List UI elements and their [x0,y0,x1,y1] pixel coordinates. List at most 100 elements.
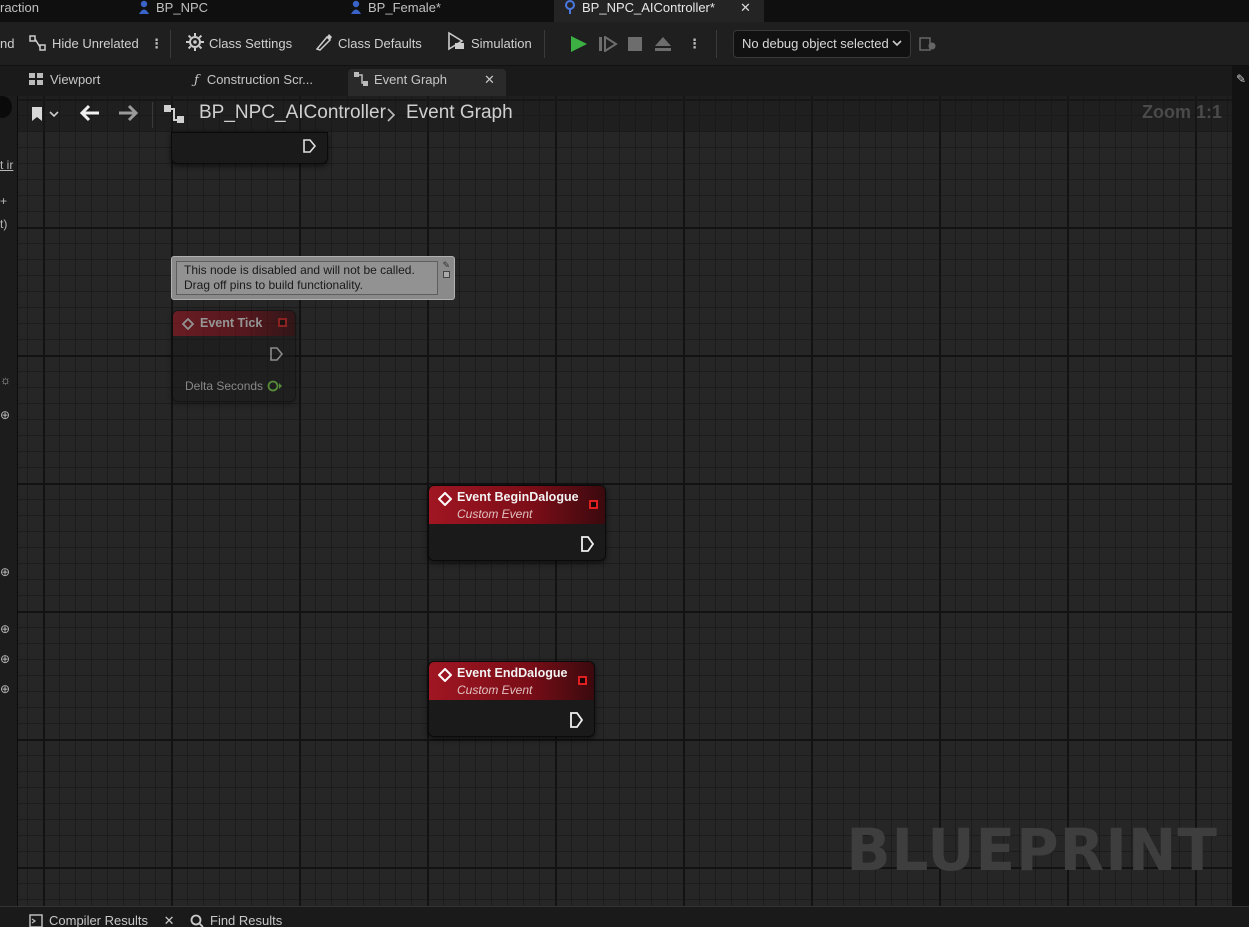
exec-pin-icon[interactable] [580,536,594,552]
tooltip-line-1: This node is disabled and will not be ca… [184,263,415,277]
add-icon[interactable]: ⊕ [0,565,10,579]
breadcrumb-divider [152,102,153,128]
tab-event-graph-label: Event Graph [374,72,447,87]
close-tab-icon[interactable]: ✕ [740,0,751,16]
delta-seconds-label: Delta Seconds [185,379,264,393]
edit-icon[interactable]: ✎ [1236,72,1246,86]
eject-icon[interactable] [654,35,672,53]
compiler-results-icon [29,914,43,927]
toolbar-cut-item[interactable]: nd [0,22,14,66]
tab-viewport-label: Viewport [50,72,101,87]
event-icon [182,318,194,330]
blueprint-toolbar: nd Hide Unrelated ⋮ Class Settings Class… [0,22,1249,66]
tab-viewport[interactable]: Viewport [29,66,100,96]
play-options-icon[interactable]: ⋮ [688,22,701,66]
left-panel-search[interactable] [0,96,12,118]
step-forward-icon[interactable] [598,36,618,52]
doc-tab-label: BP_NPC_AIController* [582,0,715,15]
simulation-button[interactable]: Simulation [446,22,532,66]
debug-filter-icon[interactable] [919,36,937,52]
delegate-pin[interactable] [278,318,287,327]
tab-find-results[interactable]: Find Results [190,907,282,927]
tab-event-graph[interactable]: Event Graph ✕ [348,69,506,96]
class-defaults-button[interactable]: Class Defaults [315,22,422,66]
bottom-tab-bar: Compiler Results ✕ Find Results [0,906,1249,927]
doc-tab-label: raction [0,0,40,15]
tab-construction-script[interactable]: ƒ Construction Scr... [194,66,313,96]
right-collapsed-panel: ✎ [1232,66,1249,906]
simulation-icon [448,31,464,51]
chevron-down-icon[interactable] [49,110,59,118]
delegate-pin[interactable] [578,676,587,685]
node-subtitle: Custom Event [457,683,533,697]
class-settings-button[interactable]: Class Settings [186,22,292,66]
exec-pin-icon[interactable] [269,347,283,361]
event-icon [438,492,452,506]
hide-unrelated-label: Hide Unrelated [52,36,139,51]
partial-node[interactable] [171,132,328,164]
pin-icon[interactable]: ✎ [442,260,450,271]
stop-icon[interactable] [627,36,643,52]
class-defaults-icon [315,34,332,51]
debug-select-value: No debug object selected [742,36,889,51]
zoom-level: Zoom 1:1 [1141,102,1222,122]
gear-icon [186,33,204,51]
find-results-label: Find Results [210,913,283,927]
event-tick-node[interactable]: Event Tick Delta Seconds [172,310,296,402]
add-icon[interactable]: ⊕ [0,682,10,696]
hide-unrelated-icon [29,35,46,51]
simulation-label: Simulation [471,36,532,51]
toolbar-divider [716,30,717,58]
back-arrow-icon[interactable] [80,104,100,122]
event-graph-icon [164,105,184,123]
breadcrumb-chevron-icon [387,108,396,122]
add-icon[interactable]: ⊕ [0,652,10,666]
doc-tab-label: BP_NPC [156,0,209,15]
doc-tab-bp-npc-aicontroller[interactable]: BP_NPC_AIController* ✕ [554,0,764,22]
doc-tab-bp-female[interactable]: BP_Female* [350,0,441,22]
graph-tab-bar: Viewport ƒ Construction Scr... Event Grap… [0,66,1249,96]
tab-compiler-results[interactable]: Compiler Results ✕ [29,907,175,927]
doc-tab-bp-npc[interactable]: BP_NPC [138,0,208,22]
left-text-1: t ir [0,158,14,172]
document-tab-bar: raction BP_NPC BP_Female* BP_NPC_AIContr… [0,0,1249,22]
doc-tab-label: BP_Female* [368,0,441,15]
blueprint-editor-window: raction BP_NPC BP_Female* BP_NPC_AIContr… [0,0,1249,927]
blueprint-watermark: BLUEPRINT [846,816,1218,884]
breadcrumb-blueprint[interactable]: BP_NPC_AIController [199,102,386,124]
exec-pin-icon[interactable] [302,139,316,153]
delegate-pin[interactable] [589,500,598,509]
event-graph-icon [354,72,368,86]
search-icon [190,914,204,927]
play-icon[interactable] [569,35,589,53]
class-defaults-label: Class Defaults [338,36,422,51]
bookmark-icon[interactable] [31,106,43,122]
left-add-icon[interactable]: + [0,194,7,208]
node-title: Event EndDalogue [457,666,568,680]
breadcrumb-graph[interactable]: Event Graph [406,102,513,124]
doc-tab-interaction[interactable]: raction [0,0,39,22]
close-tab-icon[interactable]: ✕ [164,913,175,927]
chevron-down-icon [892,40,902,47]
toolbar-divider [170,30,171,58]
add-icon[interactable]: ⊕ [0,622,10,636]
comment-bubble-icon[interactable] [443,271,450,278]
event-begin-dialogue-node[interactable]: Event BeginDalogue Custom Event [428,485,606,561]
left-text-2: t) [0,217,8,231]
exec-pin-icon[interactable] [569,712,583,728]
more-options-icon[interactable]: ⋮ [150,22,163,66]
hide-unrelated-button[interactable]: Hide Unrelated [29,22,139,66]
event-icon [438,668,452,682]
event-graph-canvas[interactable]: BP_NPC_AIController Event Graph Zoom 1:1… [18,96,1232,906]
float-pin-icon[interactable] [267,380,283,392]
disabled-node-tooltip: This node is disabled and will not be ca… [171,256,455,300]
close-tab-icon[interactable]: ✕ [484,69,495,91]
event-end-dialogue-node[interactable]: Event EndDalogue Custom Event [428,661,595,737]
debug-object-select[interactable]: No debug object selected [733,30,911,58]
forward-arrow-icon[interactable] [118,104,138,122]
gear-icon[interactable]: ☼ [0,373,11,387]
add-icon[interactable]: ⊕ [0,408,10,422]
toolbar-cut-label: nd [0,36,15,51]
compiler-results-label: Compiler Results [49,913,148,927]
graph-breadcrumb-bar: BP_NPC_AIController Event Graph Zoom 1:1 [18,96,1232,132]
